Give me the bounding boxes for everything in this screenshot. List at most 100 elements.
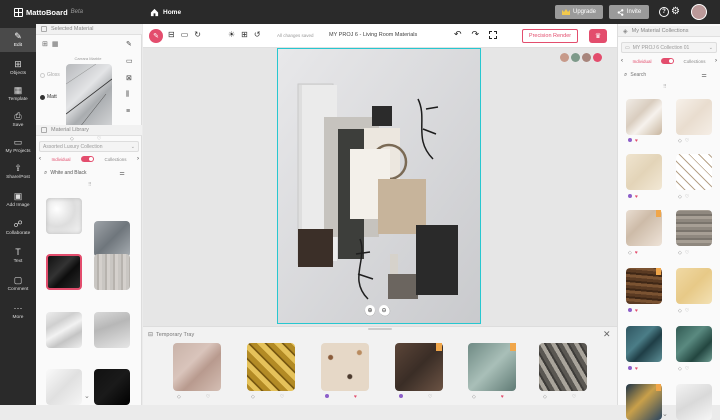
favorite-icon[interactable]: ♥ bbox=[501, 394, 504, 400]
grid-option-icon[interactable]: ▦ bbox=[52, 40, 59, 48]
favorite-icon[interactable]: ♥ bbox=[635, 308, 638, 314]
user-avatar[interactable] bbox=[691, 4, 707, 20]
drag-handle-icon[interactable]: ⠿ bbox=[663, 84, 667, 90]
precision-render-button[interactable]: Precision Render bbox=[522, 29, 578, 43]
favorite-icon[interactable]: ♥ bbox=[635, 366, 638, 372]
rail-item-comment[interactable]: ▢ Comment bbox=[0, 272, 36, 296]
render-badge-button[interactable]: ♛ bbox=[589, 29, 607, 43]
invite-button[interactable]: Invite bbox=[609, 5, 649, 19]
library-swatch-grey-vein[interactable] bbox=[94, 312, 130, 348]
undo-icon[interactable]: ↶ bbox=[454, 29, 462, 40]
collaborator-avatar[interactable] bbox=[560, 53, 569, 62]
collection-swatch-marble-gold[interactable] bbox=[626, 99, 662, 135]
app-logo[interactable]: MattoBoard Beta bbox=[14, 7, 144, 17]
selected-material-header[interactable]: Selected Material bbox=[36, 24, 142, 35]
rail-item-my-projects[interactable]: ▭ My Projects bbox=[0, 134, 36, 158]
brightness-icon[interactable]: ☀ bbox=[228, 30, 235, 39]
collection-select[interactable]: Assorted Luxury Collection ⌄ bbox=[39, 141, 139, 152]
library-swatch-grey-stone[interactable] bbox=[94, 221, 130, 257]
collaborator-avatar[interactable] bbox=[582, 53, 591, 62]
prev-arrow-icon[interactable]: ‹ bbox=[39, 156, 41, 162]
rail-item-add-image[interactable]: ▣ Add Image bbox=[0, 188, 36, 212]
layout-icon[interactable]: ⊟ bbox=[168, 30, 175, 39]
gear-icon[interactable]: ⚙ bbox=[671, 6, 680, 17]
tag-icon[interactable]: ◇ bbox=[678, 366, 682, 372]
filter-icon[interactable]: ⚌ bbox=[701, 72, 706, 79]
tag-icon[interactable]: ◇ bbox=[678, 250, 682, 256]
rail-item-collaborate[interactable]: ☍ Collaborate bbox=[0, 216, 36, 240]
select-area-icon[interactable] bbox=[489, 31, 498, 39]
rail-item-save[interactable]: ⎙ Save bbox=[0, 108, 36, 132]
favorite-icon[interactable]: ♡ bbox=[280, 394, 284, 400]
rail-item-text[interactable]: T Text bbox=[0, 244, 36, 268]
material-library-header[interactable]: Material Library bbox=[36, 125, 142, 136]
tag-dot[interactable] bbox=[628, 138, 632, 142]
favorite-icon[interactable]: ♥ bbox=[354, 394, 357, 400]
board-icon[interactable]: ▭ bbox=[181, 30, 189, 39]
collection-swatch-teal-marble[interactable] bbox=[626, 326, 662, 362]
collection-swatch-cream-stone[interactable] bbox=[626, 154, 662, 190]
library-swatch-light-wood[interactable] bbox=[94, 254, 130, 290]
prev-arrow-icon[interactable]: ‹ bbox=[621, 58, 623, 64]
right-individual-toggle[interactable] bbox=[660, 58, 674, 64]
favorite-icon[interactable]: ♥ bbox=[635, 194, 638, 200]
tray-swatch-metal-scale[interactable] bbox=[539, 343, 587, 391]
redo-icon[interactable]: ↷ bbox=[472, 29, 480, 40]
tag-icon[interactable]: ◇ bbox=[543, 394, 547, 400]
favorite-icon[interactable]: ♡ bbox=[685, 366, 689, 372]
tray-resize-handle[interactable] bbox=[368, 328, 392, 330]
grid-icon[interactable]: ⊞ bbox=[241, 30, 248, 39]
tag-dot[interactable] bbox=[399, 394, 403, 398]
tag-icon[interactable]: ◇ bbox=[472, 394, 476, 400]
stack-icon[interactable]: ≡ bbox=[126, 108, 133, 115]
tray-swatch-gold-tile[interactable] bbox=[247, 343, 295, 391]
favorite-icon[interactable]: ♡ bbox=[685, 138, 689, 144]
tag-dot[interactable] bbox=[628, 366, 632, 370]
tag-dot[interactable] bbox=[628, 194, 632, 198]
collection-swatch-lattice[interactable] bbox=[676, 154, 712, 190]
right-collection-select[interactable]: ▭ MY PROJ 6 Collection 01 ⌄ bbox=[621, 42, 717, 53]
search-input[interactable] bbox=[50, 170, 117, 176]
favorite-icon[interactable]: ♥ bbox=[635, 250, 638, 256]
zoom-in-icon[interactable]: ⊕ bbox=[365, 305, 375, 315]
upgrade-button[interactable]: Upgrade bbox=[555, 5, 603, 19]
tray-swatch-green-glass[interactable] bbox=[468, 343, 516, 391]
mood-board[interactable] bbox=[277, 48, 481, 324]
collection-swatch-sand[interactable] bbox=[676, 268, 712, 304]
right-search-input[interactable] bbox=[630, 72, 699, 78]
library-swatch-white-marble[interactable] bbox=[46, 198, 82, 234]
layers-icon[interactable]: ▭ bbox=[126, 57, 133, 65]
collection-swatch-white-vein[interactable] bbox=[676, 384, 712, 420]
rail-item-share-post[interactable]: ⇪ Share/Post bbox=[0, 160, 36, 184]
tag-dot[interactable] bbox=[628, 308, 632, 312]
favorite-icon[interactable]: ♡ bbox=[685, 250, 689, 256]
refresh-icon[interactable]: ↻ bbox=[194, 30, 201, 39]
tag-icon[interactable]: ◇ bbox=[678, 308, 682, 314]
individual-collections-toggle[interactable] bbox=[80, 156, 94, 162]
tray-swatch-terrazzo[interactable] bbox=[321, 343, 369, 391]
next-arrow-icon[interactable]: › bbox=[137, 156, 139, 162]
library-swatch-nero-marquina[interactable] bbox=[94, 369, 130, 405]
filter-icon[interactable]: ⚌ bbox=[119, 170, 124, 177]
brand-circle-button[interactable]: ✎ bbox=[149, 29, 163, 43]
tray-swatch-rose-marble[interactable] bbox=[173, 343, 221, 391]
scroll-down-icon[interactable]: ⌄ bbox=[662, 410, 668, 418]
next-arrow-icon[interactable]: › bbox=[715, 58, 717, 64]
favorite-icon[interactable]: ♡ bbox=[685, 308, 689, 314]
collection-swatch-grey-wood[interactable] bbox=[676, 210, 712, 246]
rail-item-template[interactable]: ▦ Template bbox=[0, 82, 36, 106]
zoom-out-icon[interactable]: ⊖ bbox=[379, 305, 389, 315]
scroll-down-icon[interactable]: ⌄ bbox=[84, 392, 90, 400]
tag-icon[interactable]: ◇ bbox=[678, 194, 682, 200]
collection-swatch-beige[interactable] bbox=[676, 99, 712, 135]
rotate-icon[interactable]: ↺ bbox=[254, 30, 261, 39]
favorite-icon[interactable]: ♡ bbox=[572, 394, 576, 400]
home-button[interactable]: Home bbox=[150, 8, 181, 17]
favorite-icon[interactable]: ♥ bbox=[635, 138, 638, 144]
collections-header[interactable]: ◈ My Material Collections bbox=[618, 26, 720, 37]
tag-icon[interactable]: ◇ bbox=[251, 394, 255, 400]
tag-icon[interactable]: ◇ bbox=[628, 250, 632, 256]
favorite-icon[interactable]: ♡ bbox=[428, 394, 432, 400]
tag-dot[interactable] bbox=[325, 394, 329, 398]
rail-item-edit[interactable]: ✎ Edit bbox=[0, 28, 36, 52]
